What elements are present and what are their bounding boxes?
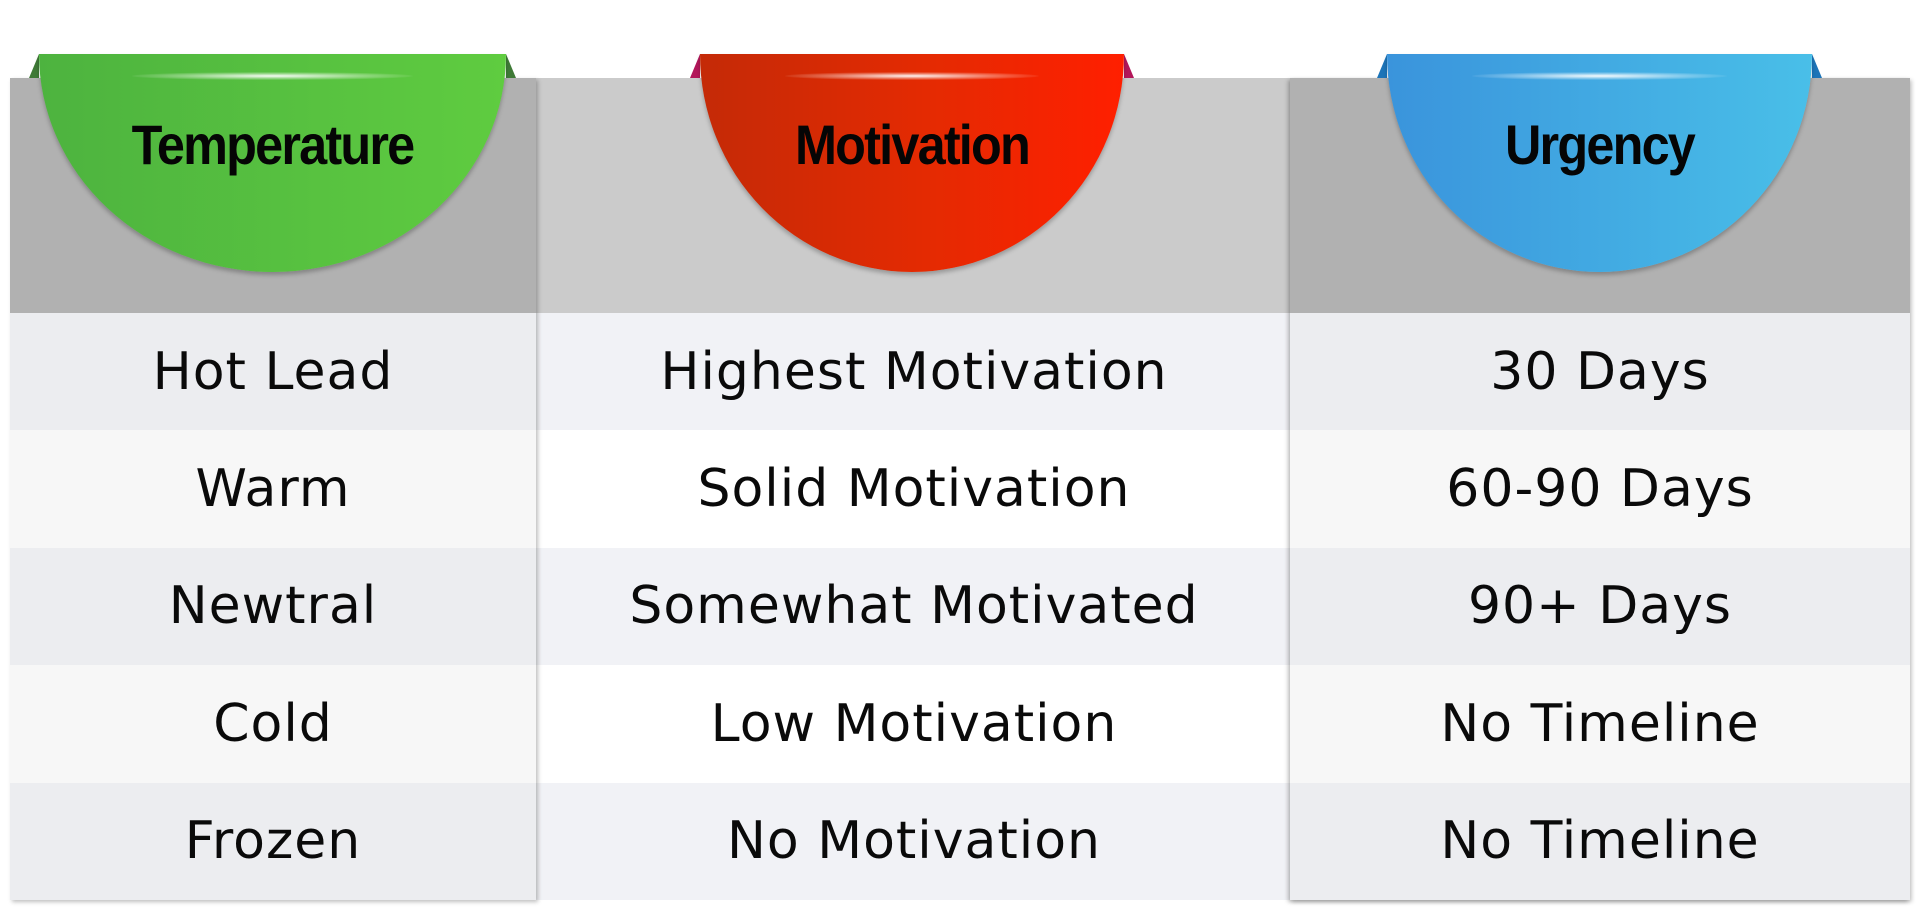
column-title: Urgency bbox=[1504, 113, 1696, 176]
table-cell: Newtral bbox=[10, 547, 536, 666]
cell-text: Highest Motivation bbox=[660, 341, 1168, 402]
table-cell: No Timeline bbox=[1290, 782, 1910, 900]
cell-text: Hot Lead bbox=[152, 341, 394, 402]
table-cell: 60-90 Days bbox=[1290, 430, 1910, 548]
shine-highlight bbox=[784, 72, 1040, 80]
ribbon-fold-icon bbox=[506, 54, 516, 78]
table-cell: No Timeline bbox=[1290, 665, 1910, 783]
table-cell: 30 Days bbox=[1290, 313, 1910, 431]
ribbon-fold-icon bbox=[1812, 54, 1822, 78]
table-cell: Somewhat Motivated bbox=[536, 547, 1290, 666]
cell-text: No Timeline bbox=[1440, 811, 1760, 872]
cell-text: Solid Motivation bbox=[697, 459, 1131, 520]
shine-highlight bbox=[1472, 72, 1727, 80]
cell-text: Frozen bbox=[184, 811, 362, 872]
table-cell: Cold bbox=[10, 665, 536, 783]
urgency-rows: 30 Days 60-90 Days 90+ Days No Timeline … bbox=[1290, 313, 1910, 900]
ribbon-fold-icon bbox=[1124, 54, 1134, 78]
cell-text: Warm bbox=[195, 459, 351, 520]
table-cell: Low Motivation bbox=[536, 665, 1290, 783]
motivation-rows: Highest Motivation Solid Motivation Some… bbox=[536, 313, 1290, 900]
ribbon-fold-icon bbox=[690, 54, 700, 78]
ribbon-fold-icon bbox=[29, 54, 39, 78]
cell-text: Newtral bbox=[168, 576, 378, 637]
cell-text: 30 Days bbox=[1490, 341, 1710, 402]
table-cell: Warm bbox=[10, 430, 536, 548]
shine-highlight bbox=[132, 72, 413, 80]
ribbon-fold-icon bbox=[1377, 54, 1387, 78]
table-cell: 90+ Days bbox=[1290, 547, 1910, 666]
cell-text: 90+ Days bbox=[1467, 576, 1733, 637]
cell-text: Somewhat Motivated bbox=[629, 576, 1199, 637]
table-cell: Highest Motivation bbox=[536, 313, 1290, 431]
cell-text: Cold bbox=[213, 693, 333, 754]
table-cell: No Motivation bbox=[536, 782, 1290, 900]
temperature-rows: Hot Lead Warm Newtral Cold Frozen bbox=[10, 313, 536, 900]
cell-text: Low Motivation bbox=[710, 693, 1118, 754]
table-cell: Hot Lead bbox=[10, 313, 536, 431]
cell-text: No Timeline bbox=[1440, 693, 1760, 754]
column-title: Motivation bbox=[795, 113, 1031, 176]
table-cell: Solid Motivation bbox=[536, 430, 1290, 548]
table-cell: Frozen bbox=[10, 782, 536, 900]
cell-text: No Motivation bbox=[726, 811, 1101, 872]
cell-text: 60-90 Days bbox=[1446, 459, 1754, 520]
column-title: Temperature bbox=[131, 113, 416, 176]
